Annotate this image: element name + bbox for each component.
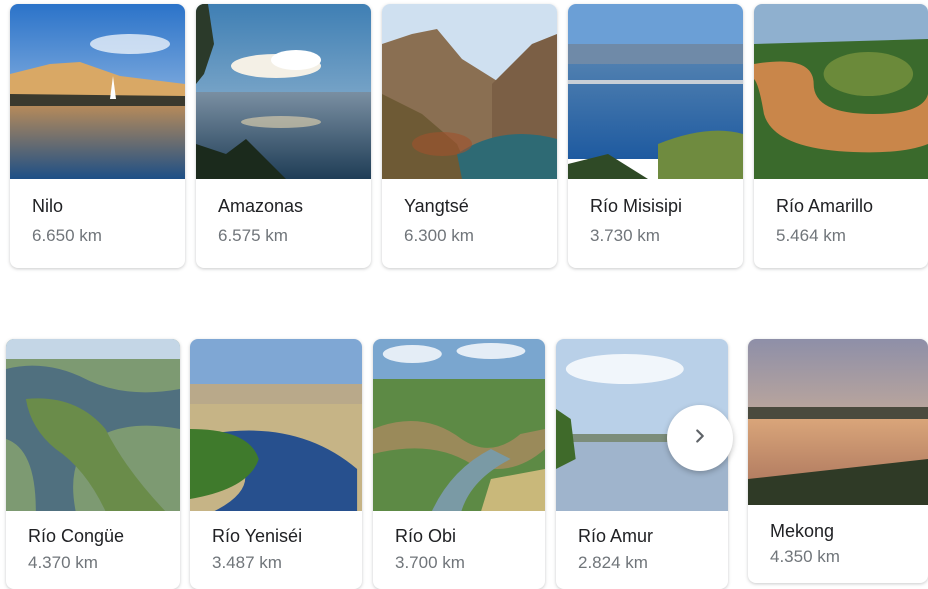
river-card-misisipi[interactable]: Río Misisipi 3.730 km <box>568 4 743 268</box>
river-image-amazonas <box>196 4 371 179</box>
river-name: Mekong <box>770 521 835 541</box>
river-card-obi[interactable]: Río Obi 3.700 km <box>373 339 545 589</box>
river-length: 3.700 km <box>395 553 465 572</box>
river-image-congue <box>6 339 180 511</box>
river-card-congue[interactable]: Río Congüe 4.370 km <box>6 339 180 589</box>
river-image-yangtse <box>382 4 557 179</box>
river-image-nilo <box>10 4 185 179</box>
river-length: 5.464 km <box>776 226 846 245</box>
river-name: Río Amur <box>578 526 654 546</box>
river-card-yangtse[interactable]: Yangtsé 6.300 km <box>382 4 557 268</box>
river-image-amarillo <box>754 4 928 179</box>
river-length: 4.350 km <box>770 547 840 566</box>
river-name: Amazonas <box>218 196 304 216</box>
river-name: Río Obi <box>395 526 457 546</box>
river-name: Río Amarillo <box>776 196 874 216</box>
chevron-right-icon <box>689 425 711 452</box>
river-length: 3.487 km <box>212 553 282 572</box>
river-length: 6.650 km <box>32 226 102 245</box>
river-card-yenisei[interactable]: Río Yeniséi 3.487 km <box>190 339 362 589</box>
river-length: 4.370 km <box>28 553 98 572</box>
river-name: Nilo <box>32 196 64 216</box>
river-name: Yangtsé <box>404 196 469 216</box>
river-card-amazonas[interactable]: Amazonas 6.575 km <box>196 4 371 268</box>
river-name: Río Yeniséi <box>212 526 303 546</box>
river-image-mekong <box>748 339 928 505</box>
river-length: 6.300 km <box>404 226 474 245</box>
river-length: 6.575 km <box>218 226 288 245</box>
river-card-mekong[interactable]: Mekong 4.350 km <box>748 339 928 583</box>
river-card-nilo[interactable]: Nilo 6.650 km <box>10 4 185 268</box>
river-length: 3.730 km <box>590 226 660 245</box>
river-image-obi <box>373 339 545 511</box>
river-card-amarillo[interactable]: Río Amarillo 5.464 km <box>754 4 928 268</box>
river-image-yenisei <box>190 339 362 511</box>
river-name: Río Congüe <box>28 526 125 546</box>
river-image-misisipi <box>568 4 743 179</box>
river-name: Río Misisipi <box>590 196 683 216</box>
next-button[interactable] <box>667 405 733 471</box>
river-length: 2.824 km <box>578 553 648 572</box>
